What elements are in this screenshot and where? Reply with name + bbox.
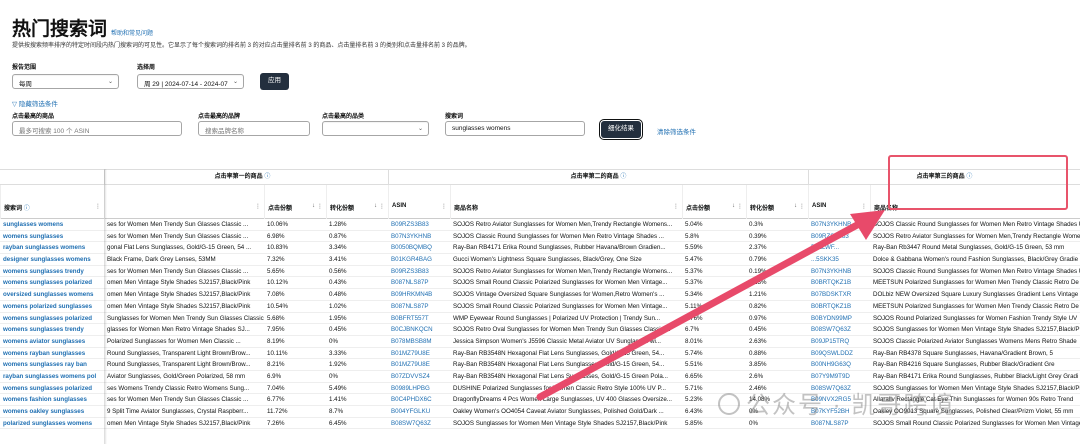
annotation-arrow [536, 210, 885, 401]
wechat-logo-icon [718, 392, 740, 415]
watermark: 公众号 · 凯哥跨境 [718, 385, 955, 420]
arrow-shaft [536, 214, 874, 401]
watermark-text: 公众号 · 凯哥跨境 [746, 392, 956, 419]
